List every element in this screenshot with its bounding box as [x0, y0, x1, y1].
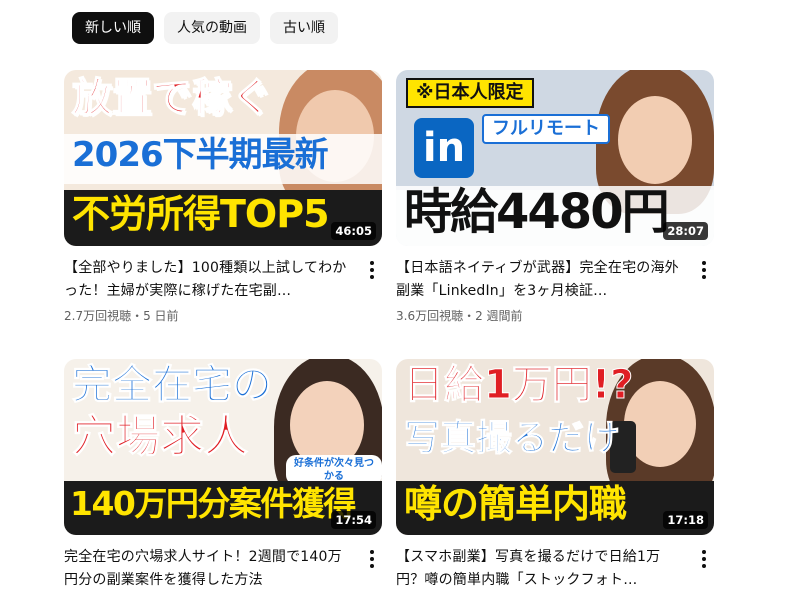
chip-popular[interactable]: 人気の動画 — [164, 12, 260, 44]
video-duration: 17:18 — [663, 511, 708, 529]
video-title[interactable]: 【日本語ネイティブが武器】完全在宅の海外副業「LinkedIn」を3ヶ月検証… — [396, 257, 688, 303]
tag-box: フルリモート — [482, 114, 610, 144]
video-card[interactable]: ※日本人限定 in フルリモート 時給4480円 28:07 【日本語ネイティブ… — [396, 70, 714, 325]
video-thumbnail[interactable]: 完全在宅の 穴場求人 好条件が次々見つかる 140万円分案件獲得 17:54 — [64, 359, 382, 535]
video-thumbnail[interactable]: 日給1万円!? 写真撮るだけ 噂の簡単内職 17:18 — [396, 359, 714, 535]
video-title[interactable]: 完全在宅の穴場求人サイト！2週間で140万円分の副業案件を獲得した方法 — [64, 546, 356, 592]
video-title[interactable]: 【スマホ副業】写真を撮るだけで日給1万円？噂の簡単内職「ストックフォト… — [396, 546, 688, 592]
badge-box: ※日本人限定 — [406, 78, 534, 108]
more-vert-icon[interactable] — [364, 260, 380, 280]
video-card[interactable]: 放置で稼ぐ 2026下半期最新 不労所得TOP5 46:05 【全部やりました】… — [64, 70, 382, 325]
video-meta: 【スマホ副業】写真を撮るだけで日給1万円？噂の簡単内職「ストックフォト… — [396, 535, 714, 592]
thumb-line2: 穴場求人 — [72, 411, 249, 462]
video-duration: 28:07 — [663, 222, 708, 240]
video-meta: 完全在宅の穴場求人サイト！2週間で140万円分の副業案件を獲得した方法 — [64, 535, 382, 592]
more-vert-icon[interactable] — [696, 549, 712, 569]
video-duration: 17:54 — [331, 511, 376, 529]
video-stats: 2.7万回視聴・5 日前 — [64, 309, 179, 323]
video-meta: 【全部やりました】100種類以上試してわかった！主婦が実際に稼げた在宅副… 2.… — [64, 246, 382, 325]
video-meta: 【日本語ネイティブが武器】完全在宅の海外副業「LinkedIn」を3ヶ月検証… … — [396, 246, 714, 325]
thumb-line3: 噂の簡単内職 — [404, 482, 627, 526]
sort-chips: 新しい順 人気の動画 古い順 — [72, 12, 338, 44]
thumb-line2: 写真撮るだけ — [403, 418, 621, 459]
channel-videos-page: 新しい順 人気の動画 古い順 放置で稼ぐ 2026下半期最新 不労所得TOP5 … — [0, 0, 793, 600]
thumb-line1: 完全在宅の — [72, 362, 273, 408]
badge-text: ※日本人限定 — [416, 82, 524, 103]
thumb-line3: 不労所得TOP5 — [72, 192, 330, 236]
video-card[interactable]: 完全在宅の 穴場求人 好条件が次々見つかる 140万円分案件獲得 17:54 完… — [64, 359, 382, 596]
thumb-wage: 時給4480円 — [404, 184, 670, 240]
tag-text: フルリモート — [492, 118, 600, 139]
thumb-line3: 140万円分案件獲得 — [70, 484, 356, 523]
video-card[interactable]: 日給1万円!? 写真撮るだけ 噂の簡単内職 17:18 【スマホ副業】写真を撮る… — [396, 359, 714, 596]
video-title[interactable]: 【全部やりました】100種類以上試してわかった！主婦が実際に稼げた在宅副… — [64, 257, 356, 303]
linkedin-logo-icon: in — [414, 118, 474, 178]
video-thumbnail[interactable]: ※日本人限定 in フルリモート 時給4480円 28:07 — [396, 70, 714, 246]
video-stats: 3.6万回視聴・2 週間前 — [396, 309, 523, 323]
thumb-line1: 放置で稼ぐ — [71, 75, 273, 121]
thumb-line1: 日給1万円!? — [403, 362, 634, 408]
more-vert-icon[interactable] — [696, 260, 712, 280]
more-vert-icon[interactable] — [364, 549, 380, 569]
video-thumbnail[interactable]: 放置で稼ぐ 2026下半期最新 不労所得TOP5 46:05 — [64, 70, 382, 246]
thumb-line2: 2026下半期最新 — [72, 135, 329, 175]
presenter-face — [618, 96, 692, 184]
chip-newest[interactable]: 新しい順 — [72, 12, 154, 44]
video-duration: 46:05 — [331, 222, 376, 240]
chip-oldest[interactable]: 古い順 — [270, 12, 338, 44]
